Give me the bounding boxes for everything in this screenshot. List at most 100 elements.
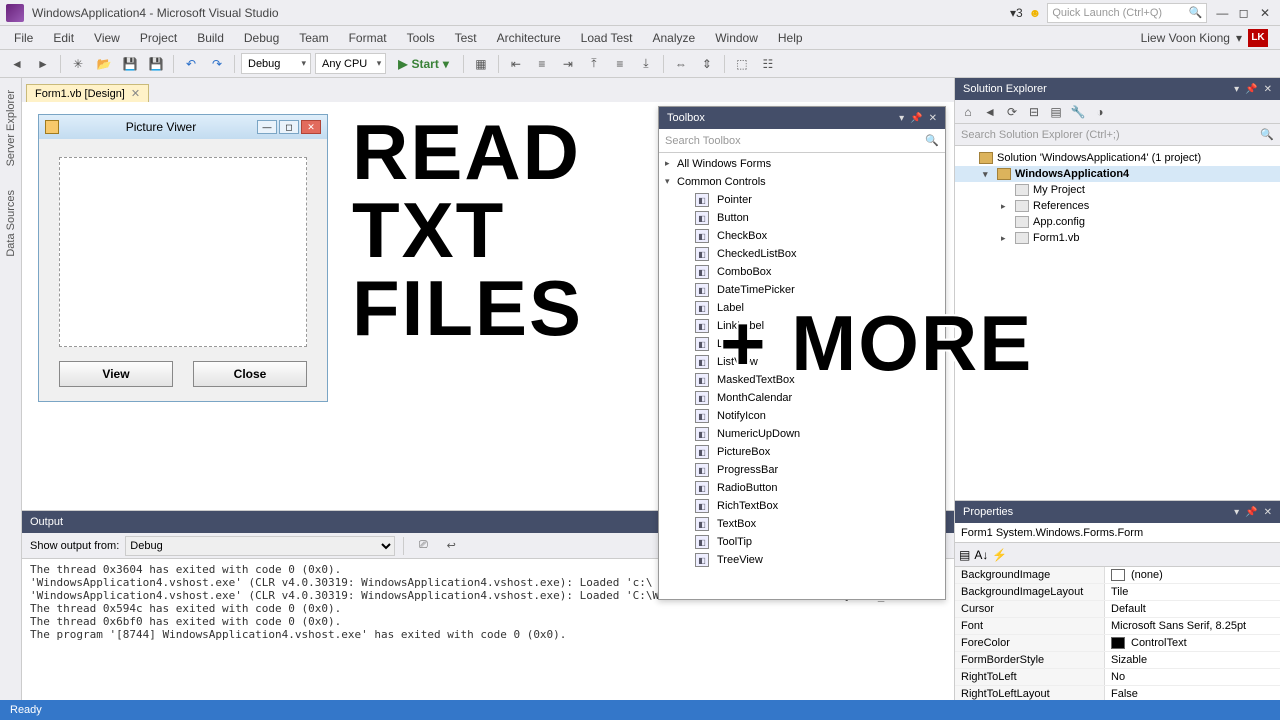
sol-pin-icon[interactable]: 📌 bbox=[1245, 84, 1257, 95]
config-combo[interactable]: Debug bbox=[241, 53, 311, 74]
props-events-icon[interactable]: ⚡ bbox=[992, 548, 1007, 562]
toolbox-panel[interactable]: Toolbox ▾📌✕ Search Toolbox🔍 All Windows … bbox=[658, 106, 946, 600]
prop-row-forecolor[interactable]: ForeColorControlText bbox=[955, 635, 1280, 652]
form-max-button[interactable]: ◻ bbox=[279, 120, 299, 134]
properties-grid[interactable]: BackgroundImage(none)BackgroundImageLayo… bbox=[955, 567, 1280, 700]
toolbox-item-listview[interactable]: ◧ListView bbox=[659, 353, 945, 371]
form1-design-tab[interactable]: Form1.vb [Design]✕ bbox=[26, 84, 149, 102]
open-button[interactable]: 📂 bbox=[93, 53, 115, 75]
toolbox-item-treeview[interactable]: ◧TreeView bbox=[659, 551, 945, 569]
notification-flag-icon[interactable]: ▾3 bbox=[1010, 6, 1023, 20]
designed-form[interactable]: Picture Viwer — ◻ ✕ View Close bbox=[38, 114, 328, 402]
toolbox-item-textbox[interactable]: ◧TextBox bbox=[659, 515, 945, 533]
undo-button[interactable]: ↶ bbox=[180, 53, 202, 75]
props-dropdown-icon[interactable]: ▾ bbox=[1234, 507, 1239, 518]
nav-back-button[interactable]: ◄ bbox=[6, 53, 28, 75]
menu-load-test[interactable]: Load Test bbox=[573, 29, 641, 47]
toolbox-item-combobox[interactable]: ◧ComboBox bbox=[659, 263, 945, 281]
menu-team[interactable]: Team bbox=[291, 29, 336, 47]
sol-properties-icon[interactable]: 🔧 bbox=[1069, 103, 1087, 121]
myproject-node[interactable]: My Project bbox=[955, 182, 1280, 198]
references-node[interactable]: ▸References bbox=[955, 198, 1280, 214]
sol-dropdown-icon[interactable]: ▾ bbox=[1234, 84, 1239, 95]
sol-collapse-icon[interactable]: ⊟ bbox=[1025, 103, 1043, 121]
toolbox-close-icon[interactable]: ✕ bbox=[929, 113, 937, 124]
toolbox-item-notifyicon[interactable]: ◧NotifyIcon bbox=[659, 407, 945, 425]
prop-row-backgroundimage[interactable]: BackgroundImage(none) bbox=[955, 567, 1280, 584]
prop-row-backgroundimagelayout[interactable]: BackgroundImageLayoutTile bbox=[955, 584, 1280, 601]
solution-search-input[interactable]: Search Solution Explorer (Ctrl+;)🔍 bbox=[955, 124, 1280, 146]
sol-close-icon[interactable]: ✕ bbox=[1264, 84, 1272, 95]
menu-tools[interactable]: Tools bbox=[399, 29, 443, 47]
menu-format[interactable]: Format bbox=[341, 29, 395, 47]
output-clear-button[interactable]: ⎚ bbox=[412, 535, 434, 557]
sol-showall-icon[interactable]: ▤ bbox=[1047, 103, 1065, 121]
data-sources-tab[interactable]: Data Sources bbox=[3, 184, 19, 263]
hspace-button[interactable]: ⇔ bbox=[670, 53, 692, 75]
align-bottom-button[interactable]: ⤓ bbox=[635, 53, 657, 75]
maximize-button[interactable]: ◻ bbox=[1235, 6, 1253, 20]
toolbox-cat-common[interactable]: Common Controls bbox=[659, 173, 945, 191]
form1vb-node[interactable]: ▸Form1.vb bbox=[955, 230, 1280, 246]
align-center-button[interactable]: ≡ bbox=[531, 53, 553, 75]
minimize-button[interactable]: — bbox=[1213, 6, 1231, 20]
picturebox-control[interactable] bbox=[59, 157, 307, 347]
align-top-button[interactable]: ⤒ bbox=[583, 53, 605, 75]
sol-back-icon[interactable]: ◄ bbox=[981, 103, 999, 121]
properties-object[interactable]: Form1 System.Windows.Forms.Form bbox=[955, 523, 1280, 543]
menu-architecture[interactable]: Architecture bbox=[489, 29, 569, 47]
toolbox-item-button[interactable]: ◧Button bbox=[659, 209, 945, 227]
save-all-button[interactable]: 💾 bbox=[145, 53, 167, 75]
server-explorer-tab[interactable]: Server Explorer bbox=[3, 84, 19, 172]
feedback-icon[interactable]: ☻ bbox=[1029, 6, 1042, 20]
align-middle-button[interactable]: ≡ bbox=[609, 53, 631, 75]
toolbox-item-numericupdown[interactable]: ◧NumericUpDown bbox=[659, 425, 945, 443]
sol-refresh-icon[interactable]: ⟳ bbox=[1003, 103, 1021, 121]
menu-build[interactable]: Build bbox=[189, 29, 232, 47]
toolbox-item-picturebox[interactable]: ◧PictureBox bbox=[659, 443, 945, 461]
prop-row-righttoleft[interactable]: RightToLeftNo bbox=[955, 669, 1280, 686]
toolbox-search-input[interactable]: Search Toolbox🔍 bbox=[659, 129, 945, 153]
solution-root[interactable]: Solution 'WindowsApplication4' (1 projec… bbox=[955, 150, 1280, 166]
toolbox-item-richtextbox[interactable]: ◧RichTextBox bbox=[659, 497, 945, 515]
output-wrap-button[interactable]: ↩ bbox=[440, 535, 462, 557]
align-left-button[interactable]: ⇤ bbox=[505, 53, 527, 75]
form-close-button[interactable]: ✕ bbox=[301, 120, 321, 134]
toolbox-item-radiobutton[interactable]: ◧RadioButton bbox=[659, 479, 945, 497]
align-right-button[interactable]: ⇥ bbox=[557, 53, 579, 75]
prop-row-righttoleftlayout[interactable]: RightToLeftLayoutFalse bbox=[955, 686, 1280, 700]
menu-debug[interactable]: Debug bbox=[236, 29, 287, 47]
toolbox-item-tooltip[interactable]: ◧ToolTip bbox=[659, 533, 945, 551]
menu-file[interactable]: File bbox=[6, 29, 41, 47]
menu-analyze[interactable]: Analyze bbox=[645, 29, 704, 47]
props-categorized-icon[interactable]: ▤ bbox=[959, 548, 970, 562]
toolbox-item-maskedtextbox[interactable]: ◧MaskedTextBox bbox=[659, 371, 945, 389]
prop-row-font[interactable]: FontMicrosoft Sans Serif, 8.25pt bbox=[955, 618, 1280, 635]
menu-view[interactable]: View bbox=[86, 29, 128, 47]
toolbox-item-checkbox[interactable]: ◧CheckBox bbox=[659, 227, 945, 245]
toolbox-cat-allforms[interactable]: All Windows Forms bbox=[659, 155, 945, 173]
start-button[interactable]: Start ▾ bbox=[390, 57, 457, 71]
toolbox-item-monthcalendar[interactable]: ◧MonthCalendar bbox=[659, 389, 945, 407]
toolbox-item-label[interactable]: ◧Label bbox=[659, 299, 945, 317]
close-form-button[interactable]: Close bbox=[193, 361, 307, 387]
save-button[interactable]: 💾 bbox=[119, 53, 141, 75]
view-button[interactable]: View bbox=[59, 361, 173, 387]
props-alpha-icon[interactable]: A↓ bbox=[974, 548, 988, 562]
output-source-combo[interactable]: Debug bbox=[125, 536, 395, 556]
menu-help[interactable]: Help bbox=[770, 29, 811, 47]
menu-edit[interactable]: Edit bbox=[45, 29, 82, 47]
prop-row-cursor[interactable]: CursorDefault bbox=[955, 601, 1280, 618]
solution-tree[interactable]: Solution 'WindowsApplication4' (1 projec… bbox=[955, 146, 1280, 500]
toolbox-item-linklabel[interactable]: ◧LinkLabel bbox=[659, 317, 945, 335]
toolbox-item-progressbar[interactable]: ◧ProgressBar bbox=[659, 461, 945, 479]
toolbox-item-datetimepicker[interactable]: ◧DateTimePicker bbox=[659, 281, 945, 299]
user-account[interactable]: Liew Voon Kiong▾ LK bbox=[1141, 29, 1274, 47]
appconfig-node[interactable]: App.config bbox=[955, 214, 1280, 230]
props-pin-icon[interactable]: 📌 bbox=[1245, 507, 1257, 518]
tab-order-button[interactable]: ☷ bbox=[757, 53, 779, 75]
menu-project[interactable]: Project bbox=[132, 29, 185, 47]
close-tab-icon[interactable]: ✕ bbox=[131, 87, 140, 100]
toolbox-item-pointer[interactable]: ◧Pointer bbox=[659, 191, 945, 209]
toolbox-pin-icon[interactable]: 📌 bbox=[910, 113, 922, 124]
